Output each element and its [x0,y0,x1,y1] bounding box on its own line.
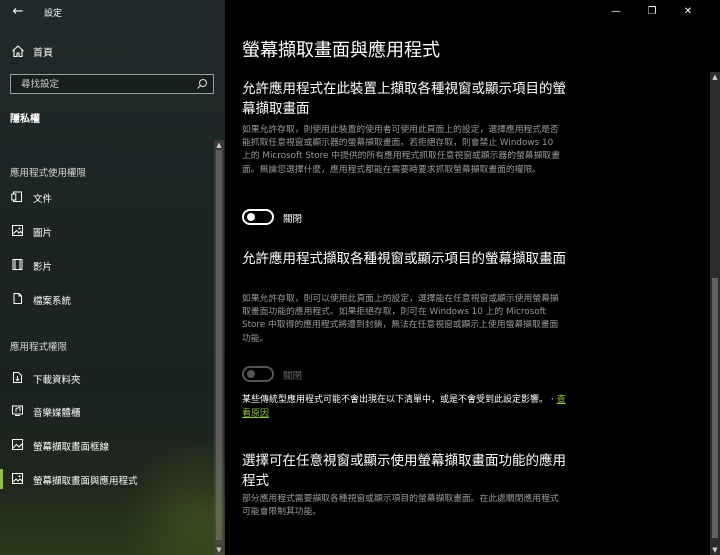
main-content: — ❐ ✕ 螢幕擷取畫面與應用程式 允許應用程式在此裝置上擷取各種視窗或顯示項目… [225,0,720,555]
search-icon[interactable] [196,78,208,90]
home-icon [12,45,24,58]
privacy-heading: 隱私權 [10,114,40,125]
image-icon [12,225,23,236]
title-bar-left: ← 設定 [0,0,225,24]
sidebar-item-file-system[interactable]: 檔案系統 [0,286,218,312]
section-device-description: 如果允許存取，則使用此裝置的使用者可使用此頁面上的設定，選擇應用程式是否能抓取任… [242,125,560,175]
sidebar-item-videos[interactable]: 影片 [0,252,218,278]
scroll-up-icon[interactable]: ▲ [711,72,719,82]
sidebar-item-screenshot-borders[interactable]: 螢幕擷取畫面框線 [0,432,218,458]
minimize-button[interactable]: — [608,4,624,20]
sidebar-item-music[interactable]: 音樂媒體櫃 [0,398,218,424]
sidebar-item-label: 圖片 [33,228,53,239]
screenshot-app-icon [12,473,23,484]
toggle-knob [247,370,255,378]
sidebar-item-downloads[interactable]: 下載資料夾 [0,365,218,391]
nav-home[interactable]: 首頁 [0,40,218,62]
sidebar-item-label: 文件 [33,194,53,205]
active-indicator [0,469,3,489]
sidebar-item-label: 螢幕擷取畫面框線 [33,442,110,453]
page-title: 螢幕擷取畫面與應用程式 [242,40,440,61]
screenshot-border-icon [12,439,23,450]
scroll-down-icon[interactable]: ▼ [215,545,223,555]
document-icon [11,191,22,202]
sidebar-item-label: 影片 [33,262,53,273]
group-label-app-usage: 應用程式使用權限 [10,168,87,179]
main-scrollbar[interactable]: ▲ ▼ [710,72,720,555]
sidebar-scrollbar[interactable]: ▲ ▼ [214,140,224,555]
music-library-icon [12,405,23,416]
section-apps-title: 允許應用程式擷取各種視窗或顯示項目的螢幕擷取畫面 [242,251,566,267]
group-label-app-permissions: 應用程式權限 [10,342,68,353]
search-box[interactable] [10,74,214,94]
film-icon [12,259,23,270]
section-apps-description: 如果允許存取，則可以使用此頁面上的設定，選擇能在任意視窗或顯示使用螢幕擷取畫面功… [242,294,559,344]
desktop-apps-note: 某些傳統型應用程式可能不會出現在以下清單中，或是不會受到此設定影響。 · 查看原… [242,395,566,419]
scroll-up-icon[interactable]: ▲ [215,140,223,150]
sidebar-item-documents[interactable]: 文件 [0,184,218,210]
desktop-apps-note-text: 某些傳統型應用程式可能不會出現在以下清單中，或是不會受到此設定影響。 [242,395,549,405]
section-choose-apps-title: 選擇可在任意視窗或顯示使用螢幕擷取畫面功能的應用程式 [242,453,566,489]
sidebar-item-label: 下載資料夾 [33,375,81,386]
section-device-title: 允許應用程式在此裝置上擷取各種視窗或顯示項目的螢幕擷取畫面 [242,81,566,117]
app-title: 設定 [44,9,63,19]
close-button[interactable]: ✕ [680,4,696,20]
download-folder-icon [13,372,22,383]
nav-home-label: 首頁 [33,48,53,59]
sidebar-item-label: 音樂媒體櫃 [33,408,81,419]
search-input[interactable] [11,75,191,93]
sidebar-item-label: 檔案系統 [33,296,72,307]
device-access-toggle[interactable] [242,209,274,225]
device-access-toggle-label: 關閉 [283,214,303,225]
sidebar-item-pictures[interactable]: 圖片 [0,218,218,244]
window-controls: — ❐ ✕ [600,0,720,24]
back-button[interactable]: ← [9,3,27,21]
sidebar-scroll-thumb[interactable] [216,150,222,540]
sidebar: ← 設定 首頁 隱私權 應用程式使用權限 文件 圖片 [0,0,225,555]
apps-access-toggle-label: 關閉 [283,371,303,382]
toggle-knob [247,213,255,221]
sidebar-item-screenshots-apps[interactable]: 螢幕擷取畫面與應用程式 [0,466,218,492]
scroll-down-icon[interactable]: ▼ [711,545,719,555]
main-scroll-thumb[interactable] [712,278,718,538]
file-icon [13,293,22,304]
sidebar-item-label: 螢幕擷取畫面與應用程式 [33,476,138,487]
section-choose-apps-description: 部分應用程式需要擷取各種視窗或顯示項目的螢幕擷取畫面。在此處關閉應用程式可能會限… [242,494,559,518]
restore-button[interactable]: ❐ [644,4,660,20]
apps-access-toggle[interactable] [242,366,274,382]
